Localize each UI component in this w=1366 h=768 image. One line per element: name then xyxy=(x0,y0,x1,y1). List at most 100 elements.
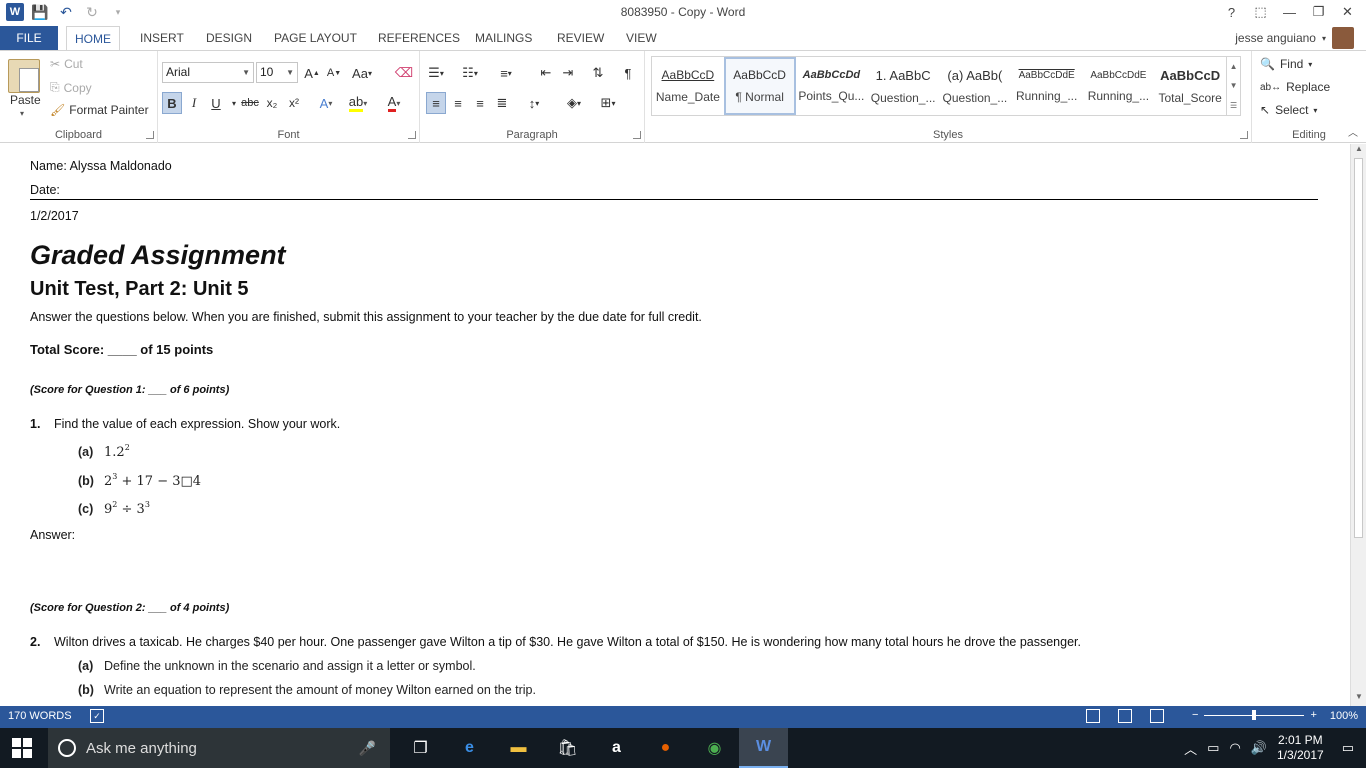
tab-page-layout[interactable]: PAGE LAYOUT xyxy=(266,26,365,50)
document-canvas[interactable]: Name: Alyssa Maldonado Date: 1/2/2017 Gr… xyxy=(0,144,1350,706)
volume-icon[interactable]: 🔊 xyxy=(1251,740,1267,756)
chrome-icon[interactable]: ◉ xyxy=(690,728,739,768)
style-question-letter[interactable]: (a) AaBb( Question_... xyxy=(939,57,1011,115)
store-icon[interactable]: 🛍 xyxy=(543,728,592,768)
restore-button[interactable]: ❐ xyxy=(1304,2,1333,22)
shrink-font-button[interactable]: A ▼ xyxy=(324,62,344,84)
style-normal[interactable]: AaBbCcD ¶ Normal xyxy=(723,57,796,115)
web-layout-icon[interactable] xyxy=(1150,709,1164,723)
zoom-in-icon[interactable]: + xyxy=(1310,709,1316,721)
clipboard-launcher-icon[interactable] xyxy=(146,131,154,139)
line-spacing-icon[interactable]: ↕ ▾ xyxy=(524,92,544,114)
scroll-up-icon[interactable]: ▲ xyxy=(1351,144,1366,158)
format-painter-button[interactable]: 🖌 Format Painter xyxy=(50,103,149,117)
paste-icon[interactable] xyxy=(8,59,40,93)
tab-insert[interactable]: INSERT xyxy=(132,26,192,50)
tab-home[interactable]: HOME xyxy=(66,26,120,51)
copy-button[interactable]: ⎘ Copy xyxy=(50,80,92,95)
tab-design[interactable]: DESIGN xyxy=(198,26,260,50)
align-right-icon[interactable]: ≡ xyxy=(470,92,490,114)
change-case-button[interactable]: Aa ▾ xyxy=(352,62,372,84)
numbering-icon[interactable]: ☷ ▾ xyxy=(460,62,480,84)
superscript-button[interactable]: x² xyxy=(284,92,304,114)
user-account[interactable]: jesse anguiano ▾ xyxy=(1235,26,1354,50)
edge-icon[interactable]: e xyxy=(445,728,494,768)
cut-button[interactable]: ✂ Cut xyxy=(50,57,83,71)
underline-button[interactable]: U xyxy=(206,92,226,114)
task-view-icon[interactable]: ❐ xyxy=(396,728,445,768)
tab-references[interactable]: REFERENCES xyxy=(370,26,468,50)
zoom-track[interactable] xyxy=(1204,709,1305,720)
help-button[interactable]: ? xyxy=(1217,2,1246,22)
style-name-date[interactable]: AaBbCcD Name_Date xyxy=(652,57,724,115)
paste-dropdown-icon[interactable]: ▾ xyxy=(20,109,24,118)
style-running-header[interactable]: AaBbCcDdE Running_... xyxy=(1011,57,1083,115)
tab-review[interactable]: REVIEW xyxy=(549,26,612,50)
gallery-more-icon[interactable]: ☰ xyxy=(1230,101,1237,110)
select-button[interactable]: ↖ Select ▾ xyxy=(1260,103,1317,117)
amazon-icon[interactable]: a xyxy=(592,728,641,768)
subscript-button[interactable]: x₂ xyxy=(262,92,282,114)
style-points-question[interactable]: AaBbCcDd Points_Qu... xyxy=(796,57,868,115)
microphone-icon[interactable]: 🎤 xyxy=(359,740,376,757)
highlight-icon[interactable]: ab ▾ xyxy=(348,92,368,114)
cortana-search[interactable]: Ask me anything 🎤 xyxy=(48,728,390,768)
collapse-ribbon-icon[interactable]: ︿ xyxy=(1348,124,1358,139)
font-color-icon[interactable]: A ▾ xyxy=(384,92,404,114)
clear-formatting-icon[interactable]: ⌫ xyxy=(394,62,414,84)
windows-start-icon[interactable] xyxy=(12,738,32,758)
bullets-icon[interactable]: ☰ ▾ xyxy=(426,62,446,84)
ribbon-display-options-icon[interactable]: ⬚ xyxy=(1246,2,1275,22)
close-button[interactable]: ✕ xyxy=(1333,2,1362,22)
style-question-number[interactable]: 1. AaBbC Question_... xyxy=(867,57,939,115)
firefox-icon[interactable]: ● xyxy=(641,728,690,768)
tab-view[interactable]: VIEW xyxy=(618,26,665,50)
replace-button[interactable]: ab↔ Replace xyxy=(1260,80,1330,94)
style-total-score[interactable]: AaBbCcD Total_Score xyxy=(1154,57,1226,115)
scrollbar-thumb[interactable] xyxy=(1354,158,1363,538)
paragraph-launcher-icon[interactable] xyxy=(633,131,641,139)
decrease-indent-icon[interactable]: ⇤ xyxy=(536,62,556,84)
read-mode-icon[interactable] xyxy=(1086,709,1100,723)
chevron-down-icon[interactable]: ▼ xyxy=(1230,81,1238,90)
multilevel-list-icon[interactable]: ≡ ▾ xyxy=(496,62,516,84)
tab-mailings[interactable]: MAILINGS xyxy=(467,26,540,50)
proofing-icon[interactable]: ✓ xyxy=(90,709,104,723)
bold-button[interactable]: B xyxy=(162,92,182,114)
print-layout-icon[interactable] xyxy=(1118,709,1132,723)
strikethrough-button[interactable]: abc xyxy=(240,92,260,114)
zoom-out-icon[interactable]: − xyxy=(1192,709,1198,721)
scroll-down-icon[interactable]: ▼ xyxy=(1351,692,1366,706)
file-explorer-icon[interactable]: ▬ xyxy=(494,728,543,768)
style-running-footer[interactable]: AaBbCcDdE Running_... xyxy=(1083,57,1155,115)
clock[interactable]: 2:01 PM 1/3/2017 xyxy=(1277,733,1324,763)
font-size-select[interactable]: 10 ▼ xyxy=(256,62,298,83)
shading-icon[interactable]: ◈ ▾ xyxy=(564,92,584,114)
find-button[interactable]: 🔍 Find ▾ xyxy=(1260,57,1312,71)
italic-button[interactable]: I xyxy=(184,92,204,114)
tab-file[interactable]: FILE xyxy=(0,26,58,50)
grow-font-button[interactable]: A ▲ xyxy=(302,62,322,84)
vertical-scrollbar[interactable]: ▲ ▼ xyxy=(1350,144,1366,706)
zoom-thumb[interactable] xyxy=(1252,709,1257,720)
font-launcher-icon[interactable] xyxy=(408,131,416,139)
zoom-percentage[interactable]: 100% xyxy=(1330,710,1358,722)
word-count[interactable]: 170 WORDS xyxy=(8,710,72,722)
borders-icon[interactable]: ⊞ ▾ xyxy=(598,92,618,114)
font-family-select[interactable]: Arial ▼ xyxy=(162,62,254,83)
sort-icon[interactable]: ⇅ xyxy=(588,62,608,84)
zoom-slider[interactable]: − + xyxy=(1192,709,1317,721)
increase-indent-icon[interactable]: ⇥ xyxy=(558,62,578,84)
paste-button[interactable]: Paste xyxy=(10,93,41,107)
word-taskbar-icon[interactable]: W xyxy=(739,728,788,768)
chevron-up-icon[interactable]: ▲ xyxy=(1230,62,1238,71)
styles-launcher-icon[interactable] xyxy=(1240,131,1248,139)
align-center-icon[interactable]: ≡ xyxy=(448,92,468,114)
wifi-icon[interactable]: ◠ xyxy=(1229,740,1240,756)
justify-icon[interactable]: ≣ xyxy=(492,92,512,114)
chevron-up-icon[interactable]: ︿ xyxy=(1184,739,1197,758)
battery-icon[interactable]: ▭ xyxy=(1207,740,1219,756)
action-center-icon[interactable]: ▭ xyxy=(1342,740,1354,756)
align-left-icon[interactable]: ≡ xyxy=(426,92,446,114)
show-formatting-icon[interactable]: ¶ xyxy=(618,62,638,84)
